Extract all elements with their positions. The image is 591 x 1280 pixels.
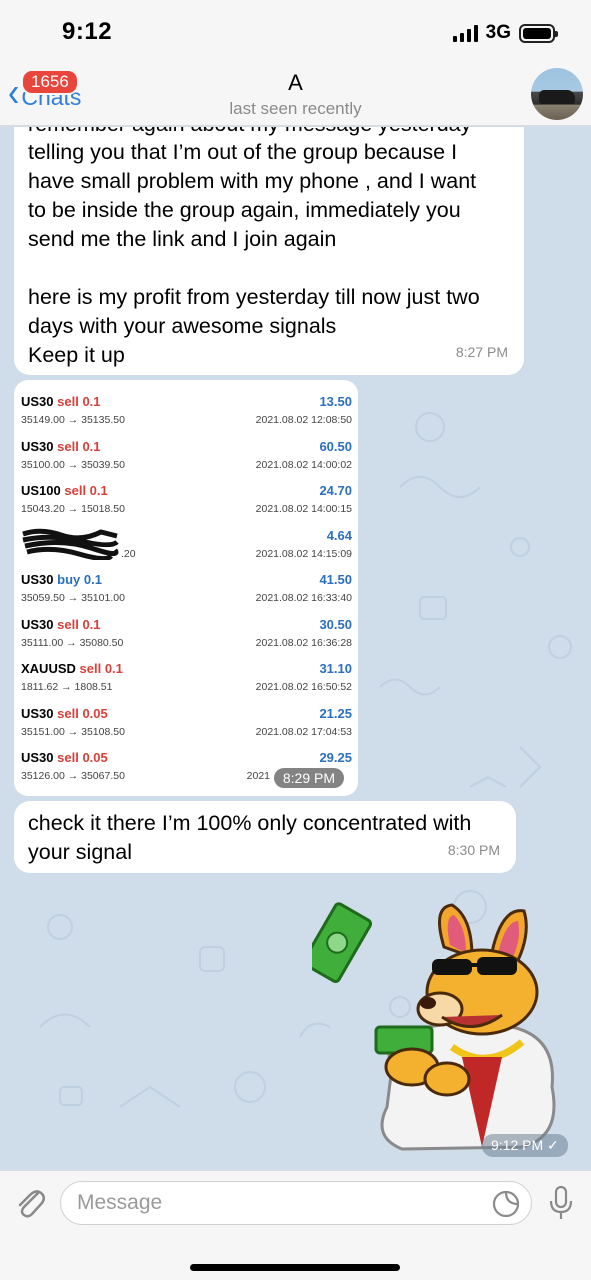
trade-action: sell 0.1: [79, 661, 123, 676]
trade-prices: 35151.00 → 35108.50: [21, 725, 125, 738]
trade-prices: 35149.00 → 35135.50: [21, 414, 125, 426]
sticker-time: 9:12 PM ✓: [482, 1134, 568, 1157]
message-input[interactable]: [77, 1190, 477, 1216]
trade-prices: 35059.50 → 35101.00: [21, 592, 125, 604]
trade-prices: .20: [121, 547, 136, 560]
trade-profit: 21.25: [319, 705, 352, 721]
contact-status: last seen recently: [229, 99, 362, 118]
trade-profit: 24.70: [319, 483, 352, 498]
trade-row: US30 sell 0.1 35149.00 → 35135.50 13.50 …: [21, 394, 352, 439]
message-bubble-incoming[interactable]: remember again about my message yesterda…: [14, 127, 524, 375]
trade-row: US30 sell 0.1 35111.00 → 35080.50 30.50 …: [21, 617, 352, 662]
trade-datetime: 2021.08.02 14:00:02: [255, 458, 352, 471]
trade-symbol: US100: [21, 483, 61, 498]
trade-symbol: US30: [21, 572, 54, 587]
trade-profit: 31.10: [319, 661, 352, 676]
message-text: have small problem with my phone , and I…: [28, 169, 477, 193]
trade-action: sell 0.1: [57, 394, 101, 409]
message-input-bar: [0, 1170, 591, 1280]
trade-profit: 13.50: [319, 394, 352, 409]
contact-name[interactable]: A: [0, 70, 591, 96]
message-cut-line: remember again about my message yesterda…: [28, 127, 510, 138]
trade-prices: 15043.20 → 15018.50: [21, 503, 125, 515]
trade-symbol: US30: [21, 438, 54, 454]
trade-profit: 30.50: [319, 616, 352, 632]
message-text: check it there I’m 100% only concentrate…: [28, 811, 472, 835]
status-bar: 9:12 3G: [0, 0, 591, 62]
trade-profit: 60.50: [319, 438, 352, 454]
message-text: days with your awesome signals: [28, 314, 337, 338]
signal-icon: [452, 24, 478, 42]
network-label: 3G: [485, 22, 511, 43]
trade-symbol: XAUUSD: [21, 661, 76, 676]
trade-row: US100 sell 0.1 15043.20 → 15018.50 24.70…: [21, 483, 352, 528]
avatar[interactable]: [531, 68, 583, 120]
trade-action: sell 0.1: [57, 438, 101, 454]
photo-time: 8:29 PM: [273, 768, 344, 788]
message-text: here is my profit from yesterday till no…: [28, 285, 480, 309]
redaction-scribble: [22, 528, 119, 560]
chat-header: ‹ Chats 1656 A last seen recently: [0, 62, 591, 126]
trade-datetime: 2021.08.02 17:04:53: [255, 725, 352, 738]
message-text: telling you that I’m out of the group be…: [28, 140, 458, 164]
message-text: send me the link and I join again: [28, 227, 337, 251]
trade-symbol: US30: [21, 616, 54, 632]
trade-datetime: 2021.08.02 16:36:28: [255, 636, 352, 649]
message-time: 8:27 PM: [455, 344, 508, 360]
trade-row: US30 sell 0.05 35151.00 → 35108.50 21.25…: [21, 706, 352, 751]
trade-datetime: 2021.08.02 12:08:50: [255, 414, 352, 426]
trade-action: sell 0.05: [57, 705, 108, 721]
trade-symbol: US30: [21, 750, 54, 765]
trade-symbol: US30: [21, 394, 54, 409]
trade-action: buy 0.1: [57, 572, 102, 587]
status-time: 9:12: [62, 18, 113, 45]
trade-datetime: 2021.08.02 14:00:15: [255, 503, 352, 515]
chat-area[interactable]: remember again about my message yesterda…: [0, 127, 591, 1170]
message-text: your signal: [28, 840, 132, 864]
trade-prices: 35100.00 → 35039.50: [21, 458, 125, 471]
trade-action: sell 0.1: [64, 483, 108, 498]
trade-profit: 29.25: [319, 750, 352, 765]
message-text: to be inside the group again, immediatel…: [28, 198, 461, 222]
photo-message[interactable]: US30 sell 0.1 35149.00 → 35135.50 13.50 …: [14, 380, 358, 796]
trade-action: sell 0.1: [57, 616, 101, 632]
trade-datetime: 2021: [246, 770, 270, 782]
battery-icon: [519, 23, 558, 43]
trade-prices: 35126.00 → 35067.50: [21, 770, 125, 782]
home-indicator: [190, 1264, 400, 1271]
message-bubble-incoming[interactable]: check it there I’m 100% only concentrate…: [14, 801, 516, 873]
trade-action: sell 0.05: [57, 750, 108, 765]
microphone-icon[interactable]: [548, 1185, 574, 1221]
trade-profit: 41.50: [319, 572, 352, 587]
trade-symbol: US30: [21, 705, 54, 721]
status-icons: 3G: [452, 22, 558, 44]
trade-prices: 35111.00 → 35080.50: [21, 636, 124, 649]
trade-row: US30 buy 0.1 35059.50 → 35101.00 41.50 2…: [21, 572, 352, 617]
message-time: 8:30 PM: [447, 842, 500, 858]
trade-datetime: 2021.08.02 16:50:52: [255, 681, 352, 693]
message-text: Keep it up: [28, 343, 125, 367]
attach-icon[interactable]: [14, 1185, 46, 1221]
message-field[interactable]: [60, 1181, 532, 1225]
trade-row: XAUUSD sell 0.1 1811.62 → 1808.51 31.10 …: [21, 661, 352, 706]
sticker-icon[interactable]: [491, 1189, 521, 1219]
trade-datetime: 2021.08.02 14:15:09: [255, 547, 352, 560]
trade-datetime: 2021.08.02 16:33:40: [255, 592, 352, 604]
sticker-image[interactable]: [312, 897, 572, 1157]
trade-prices: 1811.62 → 1808.51: [21, 681, 113, 693]
trade-profit: 4.64: [326, 527, 352, 543]
trade-row: US30 sell 0.1 35100.00 → 35039.50 60.50 …: [21, 439, 352, 484]
trade-row-redacted: .20 4.64 2021.08.02 14:15:09: [21, 528, 352, 573]
